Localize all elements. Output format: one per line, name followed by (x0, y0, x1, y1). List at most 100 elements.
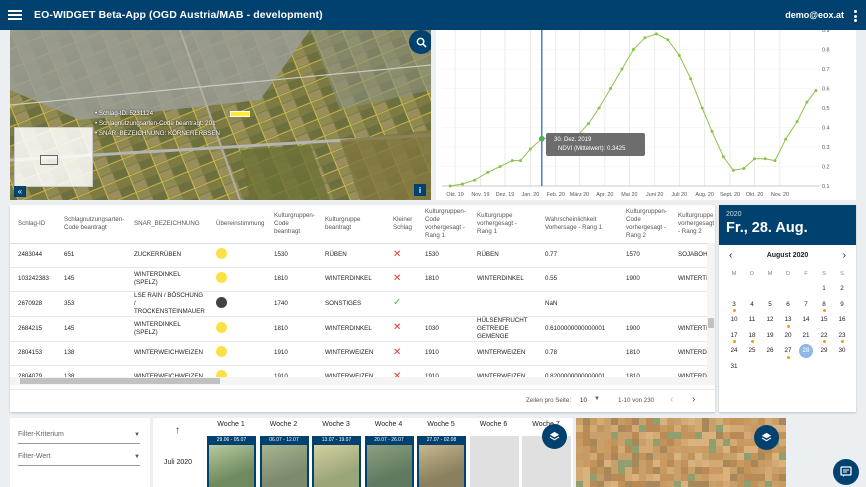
calendar-day[interactable]: 13 (779, 313, 797, 329)
table-row[interactable]: 2670928 353 LSE RAIN / BÖSCHUNG / TROCKENS… (10, 291, 715, 317)
column-header[interactable]: Übereinstimmung (208, 205, 266, 244)
calendar-day[interactable]: 18 (743, 329, 761, 345)
collapse-overview-button[interactable]: « (14, 186, 26, 197)
calendar-day[interactable]: 10 (725, 313, 743, 329)
calendar-day[interactable]: 19 (761, 329, 779, 345)
column-header[interactable]: Kulturgruppe vorhergesagt - Rang 1 (469, 205, 537, 244)
overview-map[interactable] (14, 127, 93, 187)
column-header[interactable]: Kulturgruppen-Code vorhergesagt - Rang 2 (618, 205, 670, 244)
column-header[interactable]: Wahrscheinlichkeit Vorhersage - Rang 1 (537, 205, 618, 244)
table-cell: 0.55 (537, 267, 618, 292)
raster-preview[interactable] (576, 418, 786, 487)
sort-arrow-up-icon[interactable]: ↑ (175, 425, 180, 436)
raster-pixel (625, 460, 632, 467)
raster-pixel (737, 432, 744, 439)
calendar-day[interactable]: 29 (815, 344, 833, 360)
calendar-day[interactable]: 6 (779, 298, 797, 314)
column-header[interactable]: Kleiner Schlag (385, 205, 417, 244)
calendar-day[interactable]: 26 (761, 344, 779, 360)
calendar-day[interactable]: 27 (779, 344, 797, 360)
filter-criterion-select[interactable]: Filter-Kriterium ▼ (18, 431, 140, 444)
calendar-day[interactable]: 31 (725, 360, 743, 376)
satellite-thumbnail-image (314, 445, 359, 487)
calendar-day[interactable]: 30 (833, 344, 851, 360)
calendar-day[interactable]: 22 (815, 329, 833, 345)
calendar-day[interactable]: 12 (761, 313, 779, 329)
table-cell: 1910 (266, 341, 317, 366)
week-thumbnail[interactable]: 20.07 - 26.07 (364, 436, 414, 487)
calendar-day[interactable]: 21 (797, 329, 815, 345)
table-row[interactable]: 2483044 651 ZUCKERRÜBEN 1530 RÜBEN ✕ 1530 RÜBEN… (10, 243, 715, 268)
filter-value-select[interactable]: Filter-Wert ▼ (18, 453, 140, 466)
prev-page-icon[interactable]: ‹ (670, 394, 673, 405)
calendar-day[interactable]: 20 (779, 329, 797, 345)
calendar-day[interactable]: 15 (815, 313, 833, 329)
table-row[interactable]: 2804153 138 WINTERWEICHWEIZEN 1910 WINTERWEI… (10, 341, 715, 366)
column-header[interactable]: Kulturgruppe vorhergesagt - Rang 2 (670, 205, 715, 244)
menu-icon[interactable] (8, 10, 22, 20)
table-cell: 1900 (618, 316, 670, 342)
column-header[interactable]: Kulturgruppen-Code beantragt (266, 205, 317, 244)
search-button[interactable] (409, 30, 431, 54)
week-thumbnail[interactable]: 27.07 - 02.08 (417, 436, 466, 487)
horizontal-scrollbar[interactable] (10, 377, 715, 385)
map-view[interactable]: Schlag-ID: 5231124 Schlagnutzungsarten-C… (10, 30, 431, 200)
raster-pixel (751, 474, 758, 481)
column-header[interactable]: Kulturgruppen-Code vorhergesagt - Rang 1 (417, 205, 469, 244)
table-row[interactable]: 2684215 145 WINTERDINKEL (SPELZ) 1810 WINTER… (10, 316, 715, 342)
selected-field-highlight[interactable] (230, 111, 250, 117)
calendar-day[interactable]: 2 (833, 282, 851, 298)
column-header[interactable]: Schlag-ID (10, 205, 56, 244)
calendar-day[interactable]: 23 (833, 329, 851, 345)
scrollbar-thumb[interactable] (708, 318, 714, 328)
table-cell: RÜBEN (469, 243, 537, 268)
calendar-day-number: 5 (768, 300, 772, 308)
layers-button[interactable] (754, 425, 779, 450)
next-month-icon[interactable]: › (843, 245, 846, 267)
selected-year[interactable]: 2020 (726, 211, 849, 218)
raster-pixel (653, 418, 660, 425)
layers-button[interactable] (542, 424, 567, 449)
dropdown-arrow-icon[interactable]: ▼ (594, 396, 600, 402)
calendar-day[interactable]: 9 (833, 298, 851, 314)
user-email[interactable]: demo@eox.at (785, 10, 844, 20)
ndvi-chart[interactable]: Okt. 19 Nov. 19 Dez. 19 Jan. 20 Feb. 20 März … (436, 30, 856, 200)
calendar-day[interactable]: 1 (815, 282, 833, 298)
month-label[interactable]: August 2020 (767, 252, 809, 259)
info-button[interactable]: i (414, 184, 426, 196)
calendar-day[interactable]: 28 (797, 344, 815, 360)
week-thumbnail[interactable]: 29.06 - 05.07 (207, 436, 256, 487)
calendar-day[interactable]: 8 (815, 298, 833, 314)
raster-pixel (646, 432, 653, 439)
calendar-day[interactable]: 7 (797, 298, 815, 314)
next-page-icon[interactable]: › (692, 394, 695, 405)
table-row[interactable]: 103242383 145 WINTERDINKEL (SPELZ) 1810 WINT… (10, 267, 715, 292)
feedback-button[interactable] (833, 459, 859, 485)
scrollbar-thumb[interactable] (20, 378, 220, 384)
raster-pixel (702, 418, 709, 425)
dropdown-arrow-icon[interactable]: ▼ (134, 432, 140, 438)
column-header[interactable]: Schlagnutzungsarten-Code beantragt (56, 205, 126, 244)
column-header[interactable]: Kulturgruppe beantragt (317, 205, 385, 244)
calendar-day[interactable]: 5 (761, 298, 779, 314)
prev-month-icon[interactable]: ‹ (729, 245, 732, 267)
column-header[interactable]: SNAR_BEZEICHNUNG (126, 205, 208, 244)
chart-canvas[interactable]: Okt. 19 Nov. 19 Dez. 19 Jan. 20 Feb. 20 März … (436, 30, 856, 200)
calendar-day[interactable]: 25 (743, 344, 761, 360)
selected-date[interactable]: Fr., 28. Aug. (726, 220, 849, 236)
rows-per-page-select[interactable]: 10 (580, 397, 587, 404)
week-thumbnail[interactable]: 13.07 - 19.07 (312, 436, 361, 487)
week-thumbnail[interactable]: 06.07 - 12.07 (259, 436, 309, 487)
dropdown-arrow-icon[interactable]: ▼ (134, 454, 140, 460)
vertical-scrollbar[interactable] (707, 243, 715, 377)
calendar-day[interactable]: 14 (797, 313, 815, 329)
calendar-day[interactable]: 16 (833, 313, 851, 329)
more-vert-icon[interactable] (854, 10, 857, 22)
calendar-day[interactable]: 17 (725, 329, 743, 345)
calendar-day[interactable]: 4 (743, 298, 761, 314)
raster-pixel (744, 432, 751, 439)
calendar-day[interactable]: 24 (725, 344, 743, 360)
calendar-day[interactable]: 3 (725, 298, 743, 314)
calendar-day[interactable]: 11 (743, 313, 761, 329)
week-thumbnail-empty[interactable] (469, 436, 519, 487)
